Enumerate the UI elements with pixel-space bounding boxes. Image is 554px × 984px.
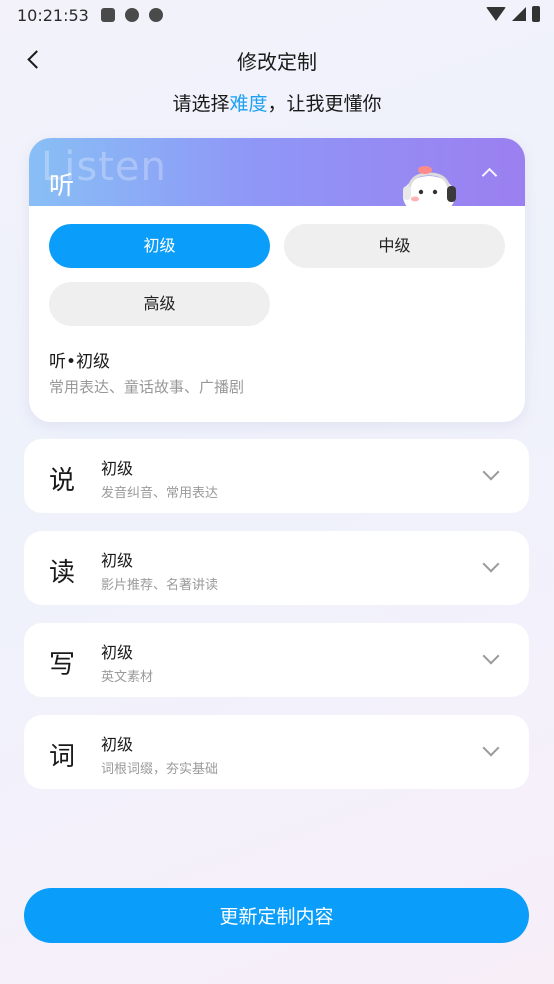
level-beginner-button[interactable]: 初级 (49, 224, 270, 268)
level-advanced-button[interactable]: 高级 (49, 282, 270, 326)
mascot-icon (403, 166, 456, 210)
nav-header: 修改定制 (0, 40, 554, 80)
chevron-down-icon[interactable] (480, 649, 502, 667)
skill-desc: 发音纠音、常用表达 (101, 486, 219, 501)
skill-char: 词 (49, 742, 76, 772)
listen-card: Listen 听 初级 中级 高级 听•初级 常用表达、童话故事、广播剧 (29, 138, 525, 422)
level-intermediate-button[interactable]: 中级 (284, 224, 505, 268)
listen-card-header[interactable]: Listen 听 (29, 138, 525, 210)
chevron-down-icon[interactable] (480, 465, 502, 483)
skill-desc: 影片推荐、名著讲读 (101, 578, 219, 593)
page-title: 修改定制 (237, 50, 317, 74)
sync-notification-icon (149, 8, 163, 22)
prompt-prefix: 请选择 (172, 93, 230, 115)
chevron-down-icon[interactable] (480, 741, 502, 759)
skill-level: 初级 (101, 551, 134, 570)
status-time: 10:21:53 (17, 6, 89, 25)
chat-notification-icon (125, 8, 139, 22)
chevron-down-icon[interactable] (480, 557, 502, 575)
signal-icon (512, 7, 526, 21)
app-notification-icon (101, 8, 115, 22)
wifi-icon (486, 7, 506, 21)
skill-desc: 词根词缀，夯实基础 (101, 762, 219, 777)
skill-desc: 英文素材 (101, 670, 154, 685)
skill-level: 初级 (101, 735, 134, 754)
prompt-highlight: 难度 (229, 93, 268, 115)
prompt-suffix: ，让我更懂你 (267, 93, 382, 115)
skill-level: 初级 (101, 459, 134, 478)
skill-char: 说 (49, 466, 76, 496)
notification-icons (101, 8, 163, 22)
vocab-card[interactable]: 词 初级 词根词缀，夯实基础 (24, 715, 529, 789)
listen-char: 听 (49, 171, 75, 200)
speak-card[interactable]: 说 初级 发音纠音、常用表达 (24, 439, 529, 513)
listen-selected-desc: 常用表达、童话故事、广播剧 (49, 378, 245, 396)
listen-selected-title: 听•初级 (49, 352, 111, 372)
collapse-icon[interactable] (481, 166, 499, 180)
status-bar: 10:21:53 (0, 0, 554, 32)
update-customization-button[interactable]: 更新定制内容 (24, 888, 529, 943)
difficulty-prompt: 请选择难度，让我更懂你 (0, 89, 554, 116)
battery-icon (532, 6, 540, 22)
system-icons (486, 6, 540, 22)
read-card[interactable]: 读 初级 影片推荐、名著讲读 (24, 531, 529, 605)
skill-char: 写 (49, 650, 76, 680)
skill-char: 读 (49, 558, 76, 588)
write-card[interactable]: 写 初级 英文素材 (24, 623, 529, 697)
skill-level: 初级 (101, 643, 134, 662)
